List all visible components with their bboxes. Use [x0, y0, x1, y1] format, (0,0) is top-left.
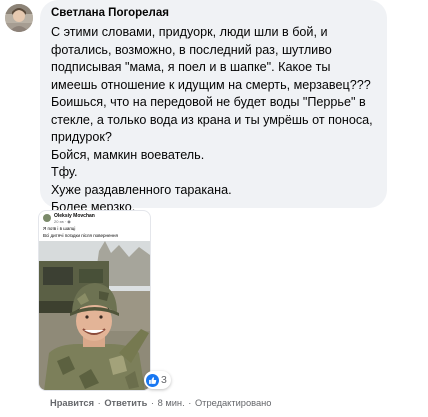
attached-post-text: Всі дитячі поїздки після повернення [43, 233, 118, 238]
like-button[interactable]: Нравится [50, 398, 94, 408]
comment-container: Светлана Погорелая С этими словами, прид… [0, 0, 428, 417]
reactions-badge[interactable]: 3 [144, 371, 171, 389]
edited-label[interactable]: Отредактировано [195, 398, 272, 408]
comment-bubble: Светлана Погорелая С этими словами, прид… [40, 0, 387, 214]
comment-text-line: имеешь отношение к идущим на смерть, мер… [51, 77, 371, 92]
avatar[interactable] [5, 4, 33, 32]
comment-author[interactable]: Светлана Погорелая [51, 6, 377, 20]
attached-screenshot[interactable]: Oleksiy Movchan 20 хв · ◉ Я поїв і в шап… [38, 210, 151, 391]
comment-text-line: Тфу. [51, 165, 78, 179]
attached-post-text: Я поїв і в шапці [43, 226, 76, 231]
reaction-count: 3 [161, 374, 167, 386]
avatar-image [5, 4, 33, 32]
attached-post-time: 20 хв · ◉ [54, 219, 71, 224]
attached-post-avatar [43, 214, 51, 222]
comment-text-line: Хуже раздавленного таракана. [51, 182, 232, 197]
separator: · [150, 398, 154, 408]
reply-button[interactable]: Ответить [104, 398, 147, 408]
like-icon [146, 373, 159, 387]
separator: · [97, 398, 101, 408]
comment-time[interactable]: 8 мин. [158, 398, 185, 408]
comment-text-line: придурок? [51, 130, 112, 144]
comment-text-line: Бойся, мамкин воеватель. [51, 147, 205, 162]
comment-text-line: подписывая "мама, я поел и в шапке". Как… [51, 60, 331, 74]
soldier-photo [39, 241, 150, 390]
separator: · [188, 398, 192, 408]
comment-text-line: Боишься, что на передовой не будет воды … [51, 95, 366, 109]
comment-text-line: С этими словами, придуорк, люди шли в бо… [51, 25, 328, 39]
comment-actions: Нравится · Ответить · 8 мин. · Отредакти… [50, 397, 271, 409]
comment-text-line: фотались, возможно, в последний раз, шут… [51, 42, 332, 57]
attached-post-header: Oleksiy Movchan 20 хв · ◉ Я поїв і в шап… [39, 211, 150, 241]
comment-text-line: стекле, а только вода из крана и ты умрё… [51, 112, 373, 127]
attached-photo [39, 241, 150, 390]
thumbs-up-icon [149, 376, 157, 384]
